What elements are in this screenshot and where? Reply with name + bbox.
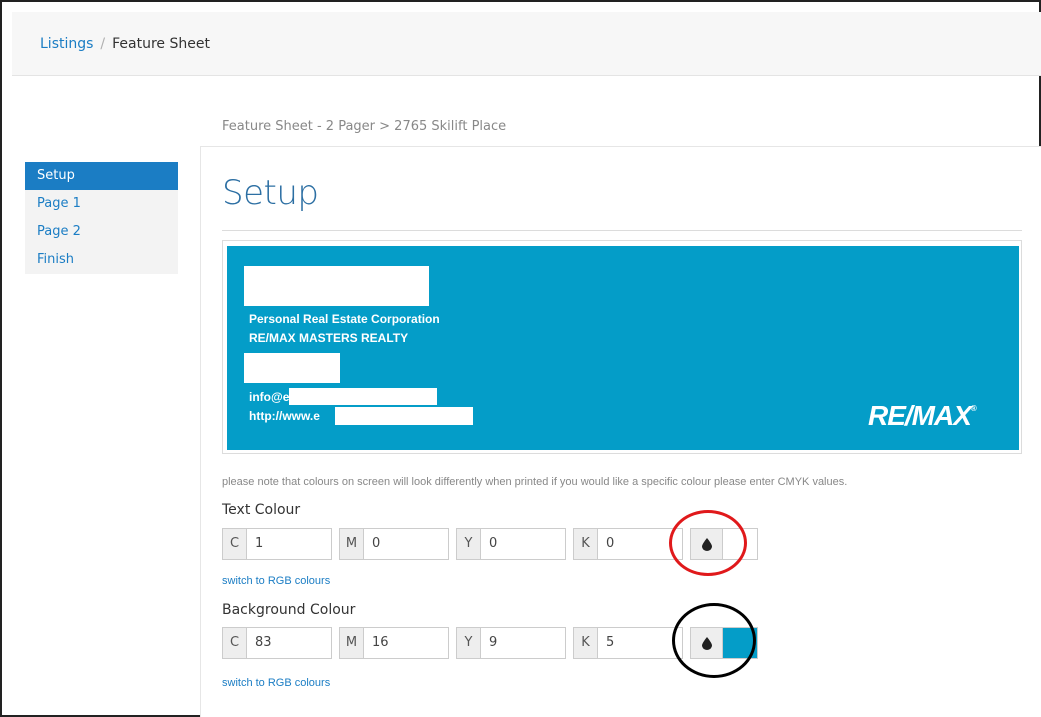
- c-addon: C: [222, 627, 246, 659]
- page-title: Setup: [222, 173, 319, 213]
- text-colour-y-group: Y 0: [456, 528, 566, 560]
- text-colour-c-group: C 1: [222, 528, 332, 560]
- text-colour-picker[interactable]: [690, 528, 758, 560]
- text-colour-label: Text Colour: [222, 502, 301, 518]
- redacted-phone-block: [244, 353, 340, 383]
- bg-colour-k-input[interactable]: 5: [597, 627, 683, 659]
- text-colour-k-input[interactable]: 0: [597, 528, 683, 560]
- k-addon: K: [573, 627, 597, 659]
- droplet-icon[interactable]: [690, 627, 722, 659]
- y-addon: Y: [456, 528, 480, 560]
- text-colour-c-input[interactable]: 1: [246, 528, 332, 560]
- breadcrumb-separator: /: [100, 36, 106, 52]
- sidebar-nav: Setup Page 1 Page 2 Finish: [25, 162, 178, 274]
- bg-colour-y-input[interactable]: 9: [480, 627, 566, 659]
- m-addon: M: [339, 528, 363, 560]
- background-colour-picker[interactable]: [690, 627, 758, 659]
- bg-colour-m-input[interactable]: 16: [363, 627, 449, 659]
- k-addon: K: [573, 528, 597, 560]
- sub-breadcrumb: Feature Sheet - 2 Pager > 2765 Skilift P…: [222, 119, 507, 134]
- breadcrumb: Listings / Feature Sheet: [40, 36, 210, 52]
- remax-logo-text: RE/MAX: [868, 400, 972, 431]
- background-colour-swatch[interactable]: [722, 627, 758, 659]
- redacted-email-block: [289, 388, 437, 405]
- y-addon: Y: [456, 627, 480, 659]
- sidebar-item-finish[interactable]: Finish: [25, 246, 178, 274]
- title-divider: [222, 230, 1022, 231]
- colour-note: please note that colours on screen will …: [222, 476, 848, 488]
- text-colour-m-group: M 0: [339, 528, 449, 560]
- c-addon: C: [222, 528, 246, 560]
- preview-line-brokerage: RE/MAX MASTERS REALTY: [249, 331, 409, 345]
- redacted-name-block: [244, 266, 429, 306]
- registered-mark: ®: [970, 404, 977, 413]
- sidebar-item-setup[interactable]: Setup: [25, 162, 178, 190]
- text-colour-cmyk-row: C 1 M 0 Y 0 K 0: [222, 528, 758, 560]
- top-bar: Listings / Feature Sheet: [12, 12, 1041, 76]
- bg-colour-c-input[interactable]: 83: [246, 627, 332, 659]
- droplet-icon[interactable]: [690, 528, 722, 560]
- remax-logo: RE/MAX®: [868, 400, 977, 432]
- redacted-url-block: [335, 407, 473, 425]
- bg-colour-c-group: C 83: [222, 627, 332, 659]
- text-colour-switch-rgb-link[interactable]: switch to RGB colours: [222, 575, 330, 587]
- text-colour-y-input[interactable]: 0: [480, 528, 566, 560]
- bg-colour-m-group: M 16: [339, 627, 449, 659]
- text-colour-m-input[interactable]: 0: [363, 528, 449, 560]
- sidebar-item-page-1[interactable]: Page 1: [25, 190, 178, 218]
- preview-line-corporation: Personal Real Estate Corporation: [249, 312, 440, 326]
- breadcrumb-current: Feature Sheet: [112, 36, 210, 52]
- bg-colour-k-group: K 5: [573, 627, 683, 659]
- preview-email: info@e: [249, 390, 290, 404]
- text-colour-k-group: K 0: [573, 528, 683, 560]
- background-colour-cmyk-row: C 83 M 16 Y 9 K 5: [222, 627, 758, 659]
- sidebar-item-page-2[interactable]: Page 2: [25, 218, 178, 246]
- background-colour-switch-rgb-link[interactable]: switch to RGB colours: [222, 677, 330, 689]
- bg-colour-y-group: Y 9: [456, 627, 566, 659]
- m-addon: M: [339, 627, 363, 659]
- text-colour-swatch[interactable]: [722, 528, 758, 560]
- preview-url: http://www.e: [249, 409, 320, 423]
- breadcrumb-listings-link[interactable]: Listings: [40, 36, 93, 52]
- background-colour-label: Background Colour: [222, 602, 356, 618]
